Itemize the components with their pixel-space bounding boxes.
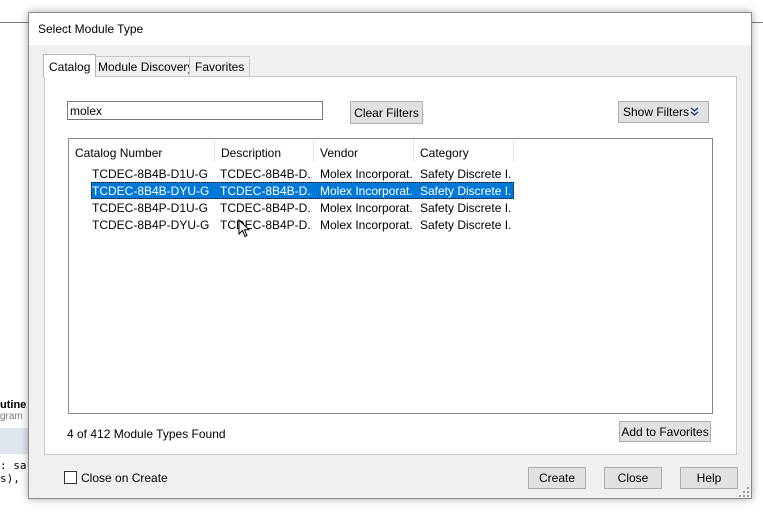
category-cell: Safety Discrete I... [420, 218, 512, 232]
dialog-title-bar[interactable]: Select Module Type [29, 13, 751, 45]
mouse-pointer-icon [238, 218, 251, 241]
category-cell: Safety Discrete I... [420, 167, 512, 181]
module-count-status: 4 of 412 Module Types Found [67, 427, 226, 441]
dialog-title: Select Module Type [38, 22, 144, 36]
description-cell: TCDEC-8B4P-D... [220, 218, 312, 232]
column-header-vendor[interactable]: Vendor [314, 139, 414, 162]
category-cell: Safety Discrete I... [420, 201, 512, 215]
create-button[interactable]: Create [528, 467, 586, 489]
vendor-cell: Molex Incorporat... [320, 218, 412, 232]
double-chevron-down-icon [690, 106, 699, 121]
vendor-cell: Molex Incorporat... [320, 201, 412, 215]
table-row[interactable]: TCDEC-8B4P-D1U-G TCDEC-8B4P-D... Molex I… [91, 199, 514, 216]
resize-grip-icon[interactable] [739, 486, 749, 497]
catalog-number-cell: TCDEC-8B4P-D1U-G [92, 201, 209, 215]
table-row[interactable]: TCDEC-8B4B-DYU-G TCDEC-8B4B-D... Molex I… [91, 182, 514, 199]
background-code-line-1: : sa [0, 459, 27, 472]
clear-filters-button[interactable]: Clear Filters [350, 101, 423, 124]
close-on-create-label[interactable]: Close on Create [81, 471, 168, 485]
tab-catalog[interactable]: Catalog [43, 54, 97, 77]
column-header-category[interactable]: Category [414, 139, 514, 162]
close-on-create-checkbox[interactable] [64, 471, 77, 484]
vendor-cell: Molex Incorporat... [320, 167, 412, 181]
column-header-description[interactable]: Description [215, 139, 314, 162]
module-list[interactable]: Catalog Number Description Vendor Catego… [68, 138, 713, 414]
show-filters-label: Show Filters [623, 105, 690, 119]
add-to-favorites-button[interactable]: Add to Favorites [619, 421, 711, 442]
tab-module-discovery[interactable]: Module Discovery [92, 56, 200, 76]
description-cell: TCDEC-8B4P-D... [220, 201, 312, 215]
catalog-number-cell: TCDEC-8B4B-D1U-G [92, 167, 209, 181]
background-diagram-label: gram [0, 411, 23, 422]
column-header-catalog-number[interactable]: Catalog Number [69, 139, 215, 162]
vendor-cell: Molex Incorporat... [320, 184, 412, 198]
search-input[interactable] [67, 101, 323, 120]
close-button[interactable]: Close [604, 467, 662, 489]
table-row[interactable]: TCDEC-8B4P-DYU-G TCDEC-8B4P-D... Molex I… [91, 216, 514, 233]
background-routine-label: utine [0, 399, 27, 411]
help-button[interactable]: Help [680, 467, 738, 489]
background-code-line-2: s), [0, 472, 20, 485]
table-row[interactable]: TCDEC-8B4B-D1U-G TCDEC-8B4B-D... Molex I… [91, 165, 514, 182]
select-module-type-dialog: Select Module Type Catalog Module Discov… [28, 12, 752, 499]
description-cell: TCDEC-8B4B-D... [220, 184, 312, 198]
catalog-number-cell: TCDEC-8B4B-DYU-G [92, 184, 210, 198]
show-filters-button[interactable]: Show Filters [618, 101, 709, 123]
catalog-number-cell: TCDEC-8B4P-DYU-G [92, 218, 210, 232]
description-cell: TCDEC-8B4B-D... [220, 167, 312, 181]
tab-favorites[interactable]: Favorites [189, 56, 251, 76]
category-cell: Safety Discrete I... [420, 184, 512, 198]
